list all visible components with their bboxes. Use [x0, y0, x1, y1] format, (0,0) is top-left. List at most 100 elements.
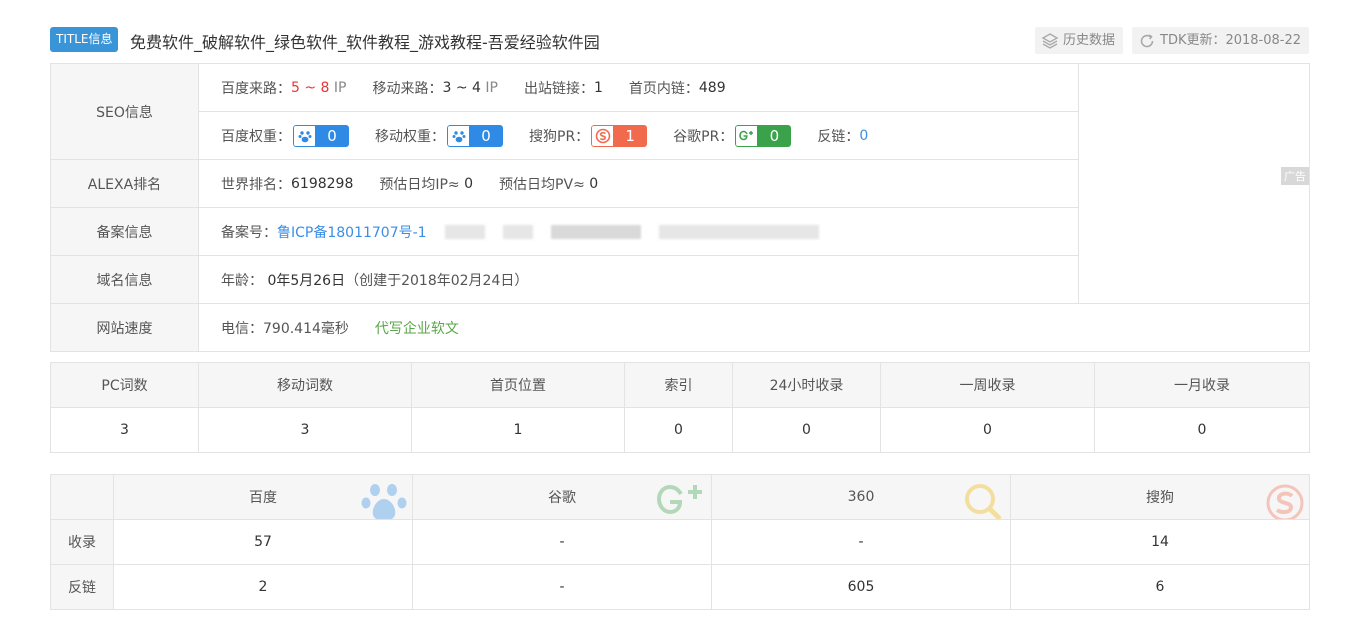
search-360-icon	[965, 484, 1002, 519]
outbound-key: 出站链接：	[523, 81, 594, 97]
engine-header-baidu: 百度	[114, 475, 413, 520]
stats-cell: 3	[51, 408, 199, 452]
stats-header: PC词数	[51, 363, 199, 408]
baidu-source-value: 5 ~ 8	[291, 80, 330, 96]
baidu-weight-value: 0	[315, 125, 349, 147]
history-button[interactable]: 历史数据	[1035, 27, 1124, 54]
paw-icon	[293, 125, 315, 147]
backlinks-sogou: 6	[1155, 579, 1165, 595]
created-date: （创建于2018年02月24日）	[345, 273, 529, 289]
ad-column-divider	[1078, 64, 1079, 304]
google-pr-key: 谷歌PR：	[673, 129, 734, 145]
mobile-source-unit: IP	[485, 80, 498, 96]
baidu-weight-badge[interactable]: 0	[293, 125, 349, 147]
icp-label: 备案信息	[51, 208, 199, 256]
title-badge: TITLE信息	[50, 27, 119, 52]
engine-header-360: 360	[712, 475, 1011, 520]
icp-key: 备案号：	[221, 225, 277, 241]
engine-name: 谷歌	[548, 490, 576, 506]
alexa-label: ALEXA排名	[51, 160, 199, 208]
stats-header: 索引	[625, 363, 733, 408]
domain-row: 年龄： 0年5月26日 （创建于2018年02月24日）	[221, 256, 528, 304]
engine-name: 搜狗	[1146, 490, 1174, 506]
seo-weight-row: 百度权重： 0 移动权重： 0 搜狗PR： 1 谷歌PR： 0 反链： 0	[221, 112, 868, 160]
tdk-label: TDK更新：2018-08-22	[1160, 33, 1302, 48]
backlink-value[interactable]: 0	[859, 128, 868, 144]
indexed-sogou: 14	[1011, 520, 1309, 565]
stats-cell: 3	[199, 408, 412, 452]
sogou-pr-key: 搜狗PR：	[529, 129, 590, 145]
google-pr-badge[interactable]: 0	[735, 125, 792, 147]
mobile-source-value: 3 ~ 4	[442, 80, 481, 96]
sogou-pr-value: 1	[613, 125, 648, 147]
sogou-icon	[1266, 484, 1304, 519]
stats-cell: 0	[881, 408, 1095, 452]
daily-ip-value: 0	[464, 176, 474, 192]
backlinks-baidu: 2	[114, 565, 413, 609]
row-label-backlinks: 反链	[51, 565, 114, 609]
stats-header: 一周收录	[881, 363, 1095, 408]
mobile-weight-key: 移动权重：	[375, 129, 445, 145]
engine-name: 360	[847, 489, 875, 505]
stats-cell: 0	[625, 408, 733, 452]
world-rank-value: 6198298	[291, 176, 354, 192]
engine-corner	[51, 475, 114, 520]
backlinks-360: 605	[712, 565, 1011, 609]
stats-header: 移动词数	[199, 363, 412, 408]
paw-icon	[447, 125, 469, 147]
backlink-key: 反链：	[817, 129, 860, 145]
indexed-baidu: 57	[114, 520, 413, 565]
redacted-block	[444, 225, 485, 239]
mobile-weight-value: 0	[469, 125, 503, 147]
engine-header-sogou: 搜狗	[1011, 475, 1309, 520]
internal-key: 首页内链：	[628, 81, 699, 97]
row-label-indexed: 收录	[51, 520, 114, 565]
seo-traffic-row: 百度来路： 5 ~ 8 IP 移动来路： 3 ~ 4 IP 出站链接： 1 首页…	[221, 64, 752, 112]
internal-value: 489	[698, 80, 726, 96]
baidu-paw-icon	[361, 484, 407, 519]
mobile-weight-badge[interactable]: 0	[447, 125, 503, 147]
layers-icon	[1041, 32, 1059, 49]
tdk-update-button[interactable]: TDK更新：2018-08-22	[1132, 27, 1310, 54]
title-header: TITLE信息 免费软件_破解软件_绿色软件_软件教程_游戏教程-吾爱经验软件园…	[50, 27, 1310, 54]
redacted-block	[658, 225, 819, 239]
sogou-icon	[591, 125, 614, 147]
baidu-source-key: 百度来路：	[221, 81, 291, 97]
ad-link[interactable]: 代写企业软文	[375, 318, 459, 338]
stats-header: 24小时收录	[733, 363, 881, 408]
world-rank-key: 世界排名：	[221, 177, 291, 193]
site-info-table: SEO信息 ALEXA排名 备案信息 域名信息 网站速度 广告 百度来路： 5 …	[50, 63, 1310, 352]
baidu-source-unit: IP	[333, 80, 347, 96]
stats-cell: 0	[733, 408, 881, 452]
icp-row: 备案号： 鲁ICP备18011707号-1	[221, 208, 819, 256]
stats-header: 首页位置	[412, 363, 625, 408]
google-pr-value: 0	[757, 125, 792, 147]
ad-tag: 广告	[1281, 167, 1309, 185]
google-plus-icon	[657, 484, 702, 515]
engine-name: 百度	[249, 490, 277, 506]
speed-label: 网站速度	[51, 304, 199, 351]
outbound-value: 1	[593, 80, 603, 96]
age-key: 年龄：	[221, 273, 263, 289]
speed-row: 电信：790.414毫秒 代写企业软文	[221, 304, 459, 351]
daily-ip-key: 预估日均IP≈	[379, 177, 460, 193]
redacted-block	[550, 225, 641, 239]
redacted-block	[502, 225, 533, 239]
age-value: 0年5月26日	[267, 273, 346, 289]
baidu-weight-key: 百度权重：	[221, 129, 291, 145]
page-title: 免费软件_破解软件_绿色软件_软件教程_游戏教程-吾爱经验软件园	[130, 33, 600, 52]
seo-label: SEO信息	[51, 64, 199, 160]
daily-pv-key: 预估日均PV≈	[499, 177, 585, 193]
google-plus-icon	[735, 125, 758, 147]
alexa-row: 世界排名： 6198298 预估日均IP≈ 0 预估日均PV≈ 0	[221, 160, 624, 208]
indexed-360: -	[712, 520, 1011, 565]
backlinks-google: -	[413, 565, 712, 609]
stats-header: 一月收录	[1095, 363, 1309, 408]
engine-header-google: 谷歌	[413, 475, 712, 520]
icp-link[interactable]: 鲁ICP备18011707号-1	[277, 222, 427, 242]
sogou-pr-badge[interactable]: 1	[591, 125, 648, 147]
speed-value: 电信：790.414毫秒	[221, 320, 349, 337]
refresh-icon	[1140, 33, 1154, 47]
indexed-google: -	[413, 520, 712, 565]
keyword-stats-table: PC词数 移动词数 首页位置 索引 24小时收录 一周收录 一月收录 3 3 1…	[50, 362, 1310, 453]
